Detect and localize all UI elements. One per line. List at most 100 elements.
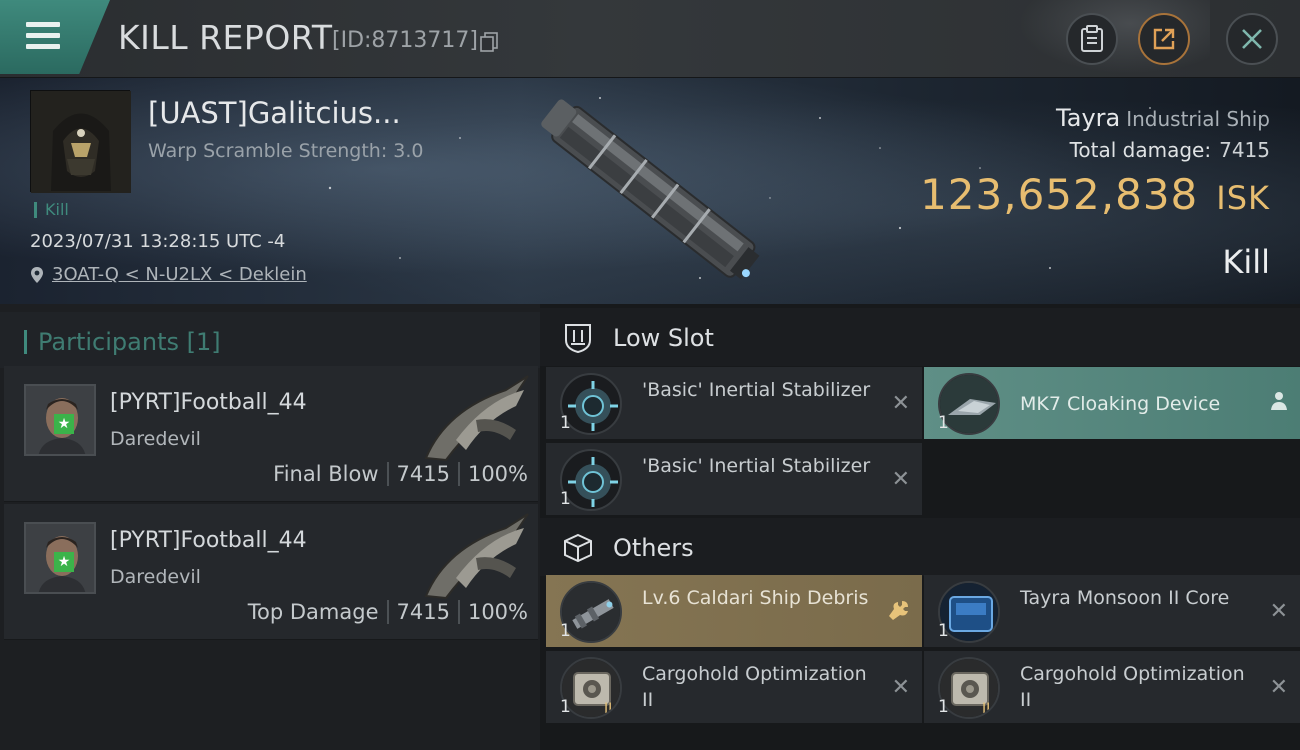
participant-ship-image [424,375,529,462]
section-marker [24,330,27,354]
share-icon [1153,28,1175,50]
participant-name[interactable]: [PYRT]Football_44 [110,528,307,553]
item-name: MK7 Cloaking Device [1020,393,1221,415]
monsoon-core-icon [940,583,998,641]
isk-value: 123,652,838 ISK [920,170,1270,219]
ship-type-name: Tayra [1056,104,1121,132]
item-name: Cargohold Optimization II [1020,663,1245,711]
close-button[interactable] [1226,13,1278,65]
fitting-item[interactable]: 1 MK7 Cloaking Device [924,367,1300,439]
item-quantity: 1 [938,413,949,433]
result-label: Kill [1222,243,1270,281]
total-damage: Total damage: 7415 [1070,138,1270,162]
others-label: Others [613,534,694,562]
item-quantity: 1 [560,621,571,641]
kill-timestamp: 2023/07/31 13:28:15 UTC -4 [30,231,286,252]
item-name: Cargohold Optimization II [642,663,867,711]
item-quantity: 1 [560,413,571,433]
participant-name[interactable]: [PYRT]Football_44 [110,390,307,415]
fitting-item[interactable]: 1 'Basic' Inertial Stabilizer ✕ [546,443,922,515]
kill-summary: [UAST]Galitcius... Warp Scramble Strengt… [0,78,1300,304]
participant-row[interactable]: ★ [PYRT]Football_44 Daredevil Top Damage… [4,504,538,640]
inertial-stabilizer-icon [568,381,618,431]
destroyed-icon: ✕ [1269,675,1288,700]
svg-text:II: II [604,701,612,717]
menu-button[interactable] [0,0,110,74]
fitting-item[interactable]: 1 Lv.6 Caldari Ship Debris [546,575,922,647]
participant-role: Final Blow [273,462,379,486]
low-slot-icon [565,324,591,354]
divider [386,600,389,624]
clipboard-icon [1081,25,1103,52]
wrench-icon [888,599,910,627]
page-title: KILL REPORT [118,18,333,57]
divider [386,462,389,486]
isk-amount: 123,652,838 [920,170,1199,219]
person-icon [1270,391,1288,417]
fitting-item[interactable]: II 1 Cargohold Optimization II ✕ [546,651,922,723]
participant-damage: 7415 [396,600,450,624]
location-pin-icon [31,266,43,283]
participants-label: Participants [1] [38,328,221,356]
svg-text:II: II [982,701,990,717]
header-bar: KILL REPORT [ID:8713717] [0,0,1300,78]
fitting-item[interactable]: II 1 Cargohold Optimization II ✕ [924,651,1300,723]
others-header: Others [540,518,1300,576]
fitting-item[interactable]: 1 Tayra Monsoon II Core ✕ [924,575,1300,647]
isk-unit: ISK [1216,179,1270,217]
hamburger-icon-bar [26,44,60,49]
participant-percent: 100% [467,600,528,624]
participant-stats: Final Blow 7415 100% [273,462,528,486]
kill-id: [ID:8713717] [332,28,478,53]
fitting-panel: Low Slot 1 'Basic' Inertial Stabilizer ✕… [540,304,1300,750]
ship-debris-icon [562,583,620,641]
divider [457,462,460,486]
item-name: 'Basic' Inertial Stabilizer [642,455,871,477]
cloaking-device-icon [940,375,998,433]
participants-panel: Participants [1] ★ [PYRT]Football_44 Dar… [0,304,540,750]
ship-class: Industrial Ship [1126,107,1270,131]
participant-ship: Daredevil [110,428,201,450]
kill-location[interactable]: 3OAT-Q < N-U2LX < Deklein [30,264,307,285]
destroyed-icon: ✕ [891,467,910,492]
pilot-portrait-image [31,91,131,193]
close-icon [1242,29,1262,49]
item-quantity: 1 [938,697,949,717]
participant-stats: Top Damage 7415 100% [248,600,528,624]
item-quantity: 1 [560,489,571,509]
item-quantity: 1 [560,697,571,717]
destroyed-icon: ✕ [891,391,910,416]
low-slot-label: Low Slot [613,324,714,352]
warp-scramble-strength: Warp Scramble Strength: 3.0 [148,140,424,162]
fitting-item[interactable]: 1 'Basic' Inertial Stabilizer ✕ [546,367,922,439]
item-quantity: 1 [938,621,949,641]
star-icon: ★ [54,414,74,434]
participant-role: Top Damage [247,600,379,624]
participant-ship: Daredevil [110,566,201,588]
item-name: 'Basic' Inertial Stabilizer [642,379,871,401]
destroyed-icon: ✕ [1269,599,1288,624]
hamburger-icon-bar [26,33,60,38]
clipboard-button[interactable] [1066,13,1118,65]
share-button[interactable] [1138,13,1190,65]
victim-portrait[interactable] [30,90,131,193]
victim-ship-name[interactable]: Tayra Industrial Ship [1056,104,1270,132]
victim-ship-image [541,99,760,280]
star-icon: ★ [54,552,74,572]
item-name: Tayra Monsoon II Core [1020,587,1230,609]
participant-row[interactable]: ★ [PYRT]Football_44 Daredevil Final Blow… [4,366,538,502]
cargohold-optimization-icon: II [940,659,998,717]
item-name: Lv.6 Caldari Ship Debris [642,587,869,609]
location-link[interactable]: 3OAT-Q < N-U2LX < Deklein [52,264,307,285]
total-damage-value: 7415 [1219,138,1270,162]
destroyed-icon: ✕ [891,675,910,700]
cube-icon [564,533,592,563]
victim-name[interactable]: [UAST]Galitcius... [148,96,401,130]
participant-percent: 100% [467,462,528,486]
hamburger-icon [26,22,60,27]
low-slot-header: Low Slot [540,308,1300,366]
cargohold-optimization-icon: II [562,659,620,717]
participants-header: Participants [1] [0,312,540,368]
copy-icon[interactable] [480,32,498,52]
participant-ship-image [424,513,529,600]
